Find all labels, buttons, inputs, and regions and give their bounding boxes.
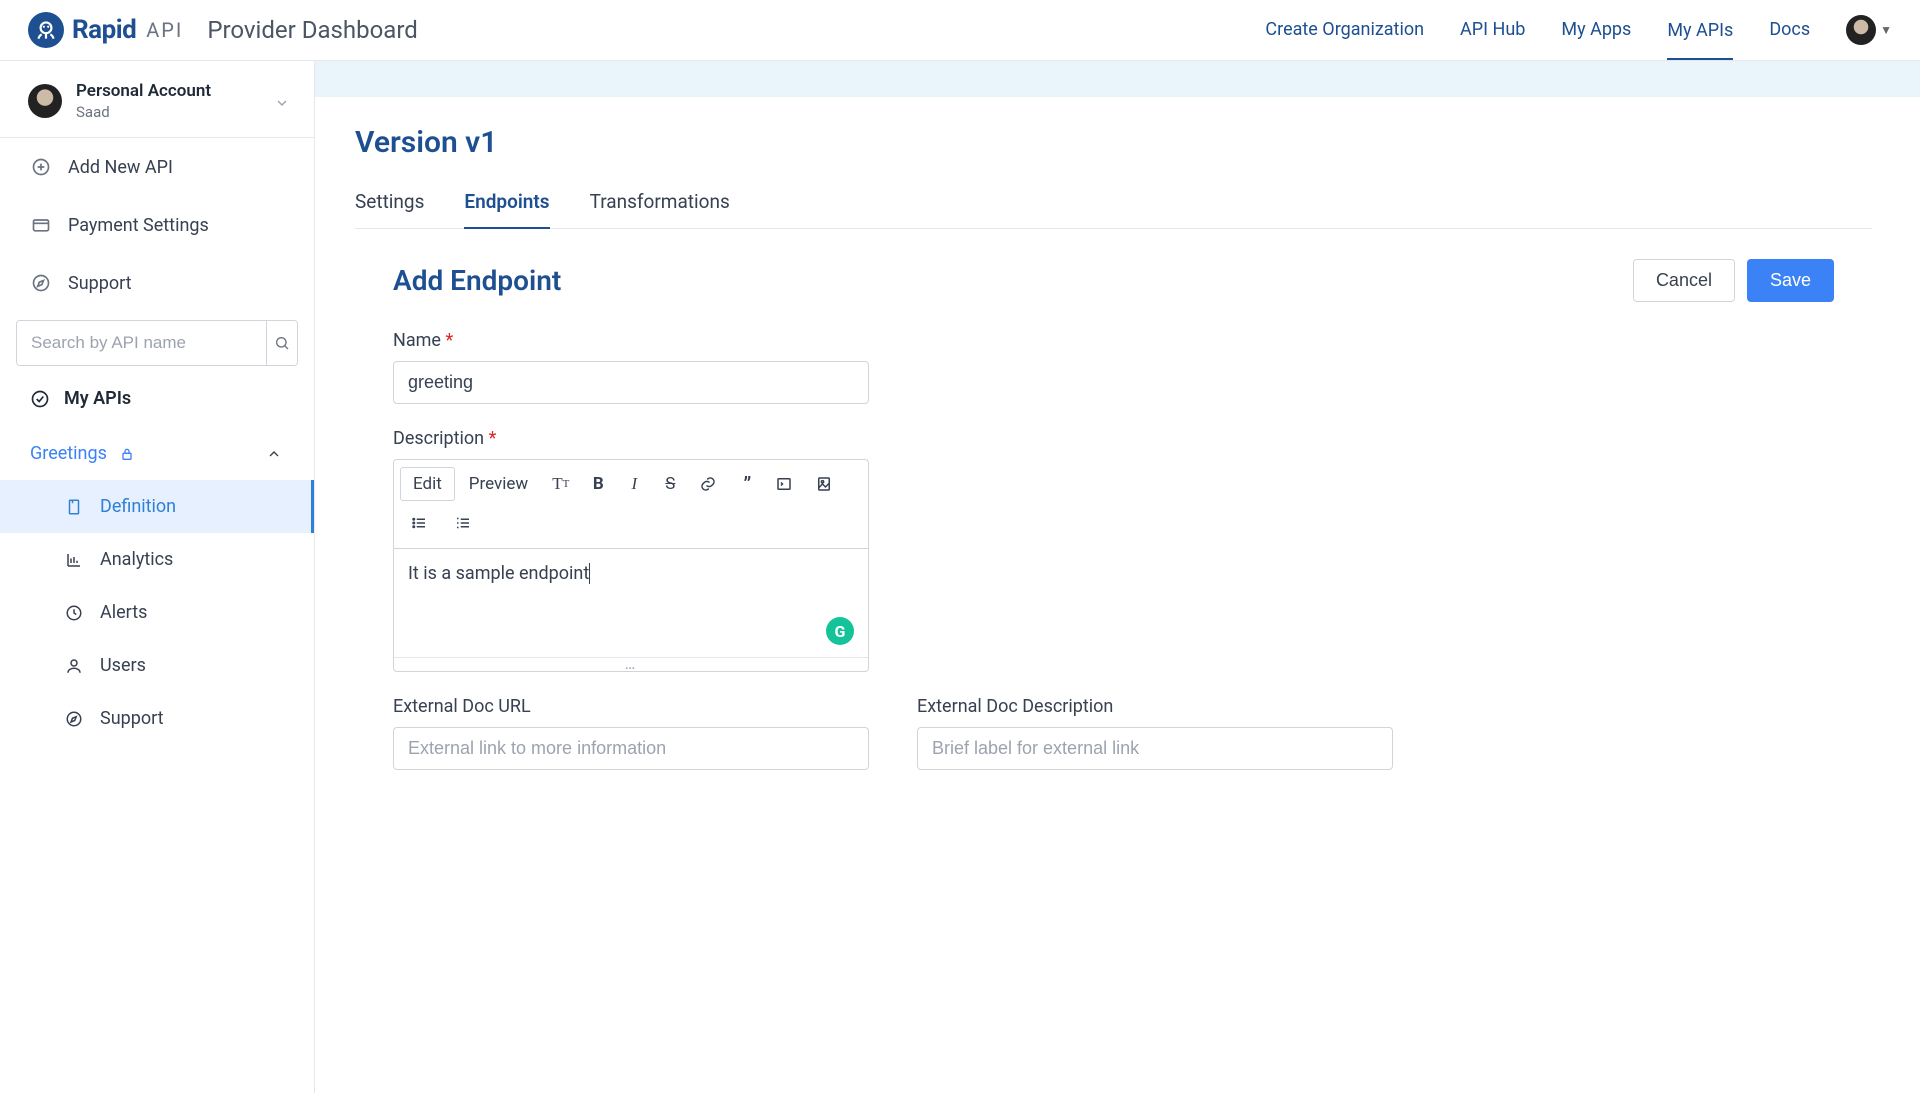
- bold-icon[interactable]: B: [581, 467, 615, 501]
- ul-icon[interactable]: [400, 506, 438, 540]
- info-strip: [315, 61, 1920, 97]
- description-editor: Edit Preview TT B I S ”: [393, 459, 869, 672]
- avatar: [28, 84, 62, 118]
- tabs: Settings Endpoints Transformations: [355, 190, 1872, 229]
- clock-icon: [64, 603, 84, 623]
- tab-settings[interactable]: Settings: [355, 190, 424, 228]
- lock-icon: [117, 444, 137, 464]
- nav-api-hub[interactable]: API Hub: [1460, 19, 1525, 42]
- tab-transformations[interactable]: Transformations: [590, 190, 730, 228]
- resize-handle[interactable]: …: [394, 657, 868, 671]
- editor-edit-tab[interactable]: Edit: [400, 467, 455, 501]
- nav-docs[interactable]: Docs: [1769, 19, 1810, 42]
- nav-my-apps[interactable]: My Apps: [1561, 19, 1631, 42]
- caret-down-icon: ▼: [1880, 23, 1892, 37]
- sidebar-item-users[interactable]: Users: [0, 639, 314, 692]
- sidebar-add-api-label: Add New API: [68, 157, 173, 178]
- chevron-up-icon: [264, 444, 284, 464]
- api-name-label: Greetings: [30, 443, 107, 464]
- dashboard-title: Provider Dashboard: [207, 16, 417, 44]
- sidebar-payment[interactable]: Payment Settings: [0, 196, 314, 254]
- sidebar-support-top-label: Support: [68, 273, 132, 294]
- name-label: Name *: [393, 330, 1834, 351]
- sidebar-add-api[interactable]: Add New API: [0, 138, 314, 196]
- sidebar-support-top[interactable]: Support: [0, 254, 314, 312]
- avatar: [1846, 15, 1876, 45]
- main: Version v1 Settings Endpoints Transforma…: [315, 61, 1920, 1093]
- link-icon[interactable]: [689, 467, 727, 501]
- sidebar-item-support[interactable]: Support: [0, 692, 314, 745]
- page-title: Version v1: [355, 125, 1872, 160]
- heading-icon[interactable]: TT: [542, 467, 579, 501]
- sidebar-item-label: Definition: [100, 496, 176, 517]
- chart-icon: [64, 550, 84, 570]
- description-text: It is a sample endpoint: [408, 563, 589, 584]
- logo-icon: [28, 12, 64, 48]
- account-menu[interactable]: ▼: [1846, 15, 1892, 45]
- section-title: Add Endpoint: [393, 264, 561, 297]
- account-title: Personal Account: [76, 81, 211, 101]
- brand-word2: API: [146, 18, 183, 42]
- sidebar-item-label: Support: [100, 708, 164, 729]
- search-box: [16, 320, 298, 366]
- code-icon[interactable]: [765, 467, 803, 501]
- description-textarea[interactable]: It is a sample endpoint G: [394, 549, 868, 657]
- sidebar-item-analytics[interactable]: Analytics: [0, 533, 314, 586]
- card-icon: [30, 214, 52, 236]
- tab-endpoints[interactable]: Endpoints: [464, 190, 549, 229]
- topbar: Rapid API Provider Dashboard Create Organ…: [0, 0, 1920, 61]
- sidebar-item-label: Analytics: [100, 549, 173, 570]
- top-nav: Create Organization API Hub My Apps My A…: [1265, 15, 1892, 45]
- sidebar-item-definition[interactable]: Definition: [0, 480, 314, 533]
- description-label: Description *: [393, 428, 1834, 449]
- search-button[interactable]: [266, 321, 297, 365]
- sidebar-heading-myapis-label: My APIs: [64, 388, 131, 409]
- brand-word1: Rapid: [72, 15, 136, 45]
- compass-icon: [64, 709, 84, 729]
- image-icon[interactable]: [805, 467, 843, 501]
- search-input[interactable]: [17, 321, 266, 365]
- brand: Rapid API Provider Dashboard: [28, 12, 418, 48]
- nav-create-org[interactable]: Create Organization: [1265, 19, 1424, 42]
- sidebar-item-label: Users: [100, 655, 146, 676]
- search-icon: [274, 335, 290, 351]
- save-button[interactable]: Save: [1747, 259, 1834, 302]
- sidebar-heading-myapis: My APIs: [0, 370, 314, 427]
- sidebar-item-label: Alerts: [100, 602, 147, 623]
- plus-circle-icon: [30, 156, 52, 178]
- ext-url-input[interactable]: [393, 727, 869, 770]
- strike-icon[interactable]: S: [653, 467, 687, 501]
- quote-icon[interactable]: ”: [729, 466, 763, 502]
- ext-desc-label: External Doc Description: [917, 696, 1393, 717]
- sidebar-api-greetings[interactable]: Greetings: [0, 427, 314, 480]
- name-input[interactable]: [393, 361, 869, 404]
- editor-preview-tab[interactable]: Preview: [457, 467, 540, 501]
- compass-icon: [30, 272, 52, 294]
- user-icon: [64, 656, 84, 676]
- chevron-down-icon: [274, 95, 290, 111]
- cancel-button[interactable]: Cancel: [1633, 259, 1735, 302]
- sidebar-item-alerts[interactable]: Alerts: [0, 586, 314, 639]
- check-circle-icon: [30, 389, 50, 409]
- ol-icon[interactable]: [444, 506, 482, 540]
- account-switcher[interactable]: Personal Account Saad: [0, 69, 314, 138]
- italic-icon[interactable]: I: [617, 467, 651, 501]
- document-icon: [64, 497, 84, 517]
- grammarly-icon[interactable]: G: [826, 617, 854, 645]
- ext-desc-input[interactable]: [917, 727, 1393, 770]
- ext-url-label: External Doc URL: [393, 696, 869, 717]
- sidebar-payment-label: Payment Settings: [68, 215, 209, 236]
- sidebar: Personal Account Saad Add New API Paymen…: [0, 61, 315, 1093]
- account-name: Saad: [76, 103, 211, 121]
- nav-my-apis[interactable]: My APIs: [1667, 20, 1733, 60]
